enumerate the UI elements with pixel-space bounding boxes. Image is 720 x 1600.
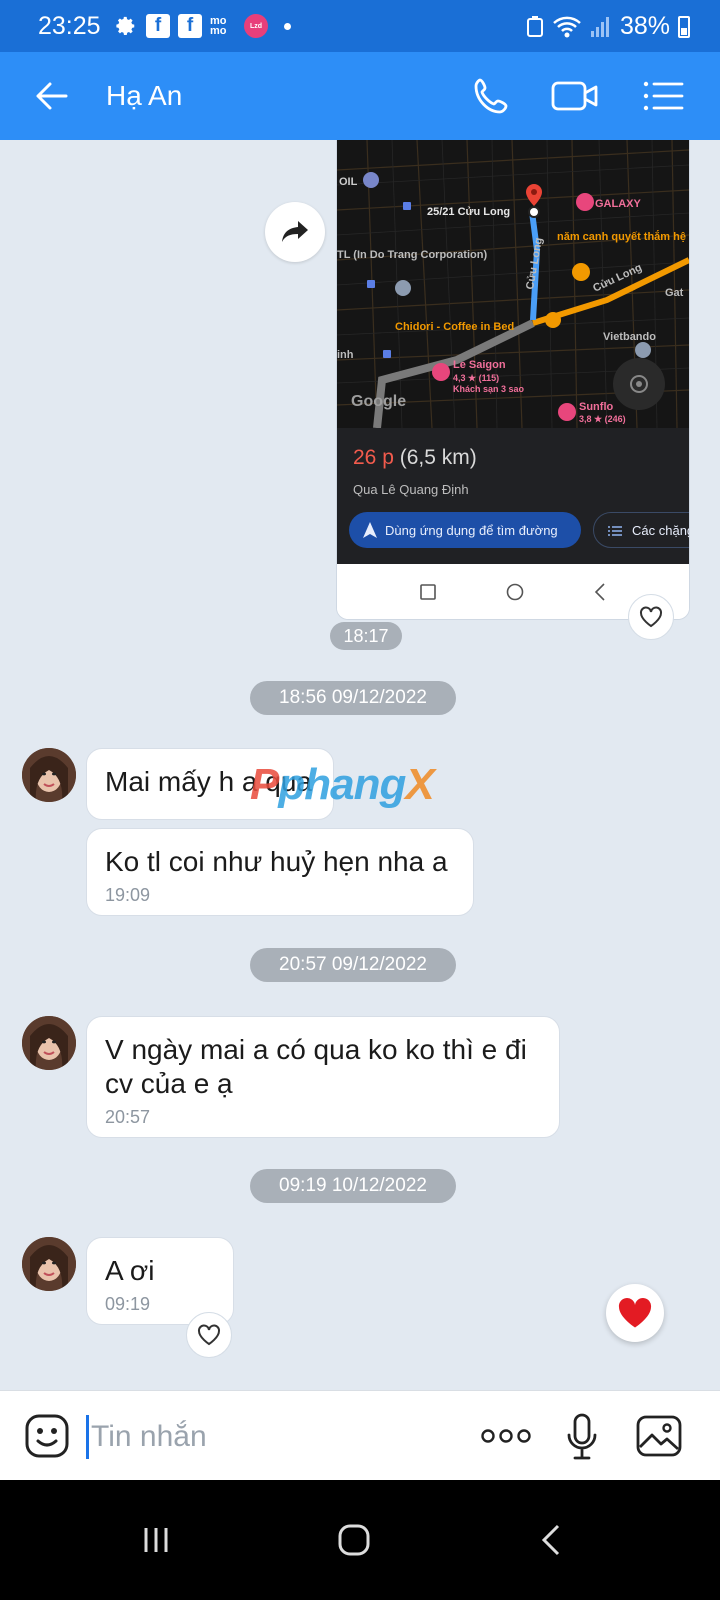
map-label-oil: OIL [339, 176, 358, 188]
system-navigation-bar [0, 1480, 720, 1600]
image-gallery-icon[interactable] [636, 1415, 682, 1457]
gear-icon [114, 14, 138, 38]
heart-outline-icon [198, 1324, 220, 1346]
chat-area[interactable]: OIL 25/21 Cửu Long GALAXY năm canh quyết… [0, 140, 720, 1390]
map-screenshot-message[interactable]: OIL 25/21 Cửu Long GALAXY năm canh quyết… [336, 140, 690, 620]
heart-outline-icon [640, 606, 662, 628]
forward-arrow-icon [282, 221, 308, 242]
date-divider: 09:19 10/12/2022 [250, 1169, 456, 1203]
map-label-cafe: Chidori - Coffee in Bed [395, 321, 514, 333]
quick-heart-button[interactable] [606, 1284, 664, 1342]
back-arrow-icon[interactable] [32, 76, 72, 116]
contact-avatar[interactable] [22, 1016, 76, 1070]
message-bubble[interactable]: Ko tl coi như huỷ hẹn nha a 19:09 [86, 828, 474, 916]
steps-button-label: Các chặng [632, 522, 690, 538]
map-message-time: 18:17 [330, 622, 402, 650]
more-options-icon[interactable] [480, 1421, 532, 1451]
message-text: Ko tl coi như huỷ hẹn nha a [105, 846, 448, 877]
route-panel: 26 p (6,5 km) Qua Lê Quang Định Dùng ứng… [337, 428, 689, 564]
map-label-hotel-desc: Khách sạn 3 sao [453, 384, 525, 394]
menu-list-icon[interactable] [640, 74, 684, 118]
home-circle-icon [506, 583, 524, 601]
route-distance: (6,5 km) [399, 446, 477, 469]
map-label-vietbando: Vietbando [603, 331, 656, 343]
map-label-corp: TL (In Do Trang Corporation) [337, 249, 487, 261]
map-label-side: inh [337, 349, 354, 361]
message-time: 20:57 [105, 1107, 151, 1127]
status-bar: 23:25 f f mo mo Lzd 38% [0, 0, 720, 52]
map-label-hotel-name: Le Saigon [453, 359, 506, 371]
directions-button-label: Dùng ứng dụng để tìm đường [385, 522, 558, 538]
phone-call-icon[interactable] [470, 74, 514, 118]
map-label-sunflower: Sunflo [579, 401, 613, 413]
route-duration: 26 p [353, 446, 394, 469]
map-label-food: năm canh quyết thắm hệ thống bò tơ tây n… [557, 230, 689, 243]
avatar-photo [22, 1237, 76, 1291]
message-time: 09:19 [105, 1294, 151, 1314]
microphone-icon[interactable] [566, 1413, 598, 1461]
message-input[interactable] [86, 1415, 446, 1459]
heart-filled-icon [618, 1298, 652, 1328]
back-icon[interactable] [532, 1520, 572, 1560]
message-text: A ơi [105, 1255, 155, 1286]
steps-button[interactable]: Các chặng [593, 512, 690, 548]
contact-avatar[interactable] [22, 1237, 76, 1291]
map-label-google: Google [351, 393, 406, 410]
status-time: 23:25 [38, 12, 101, 40]
avatar-photo [22, 1016, 76, 1070]
navigation-arrow-icon [363, 522, 377, 538]
message-text: V ngày mai a có qua ko ko thì e đi cv củ… [105, 1034, 527, 1099]
avatar-photo [22, 748, 76, 802]
forward-button[interactable] [265, 202, 325, 262]
map-label-sunflower-rating: 3,8 ★ (246) [579, 414, 626, 424]
signal-icon [590, 16, 609, 37]
momo-icon: mo mo [210, 15, 227, 37]
message-bubble[interactable]: V ngày mai a có qua ko ko thì e đi cv củ… [86, 1016, 560, 1138]
status-right: 38% [526, 12, 690, 41]
map-drawing: OIL 25/21 Cửu Long GALAXY năm canh quyết… [337, 140, 689, 428]
list-icon [608, 526, 622, 536]
map-label-gat: Gat [665, 287, 684, 299]
map-image: OIL 25/21 Cửu Long GALAXY năm canh quyết… [337, 140, 689, 428]
recents-square-icon [420, 584, 436, 600]
more-notifications-dot [284, 22, 291, 30]
home-icon[interactable] [334, 1520, 374, 1560]
route-via: Qua Lê Quang Định [353, 482, 469, 497]
chat-header: Hạ An [0, 52, 720, 140]
map-label-address: 25/21 Cửu Long [427, 206, 510, 218]
lazada-icon: Lzd [244, 14, 268, 38]
recent-apps-icon[interactable] [136, 1520, 176, 1560]
facebook-icon: f [178, 14, 202, 38]
back-chevron-icon [594, 583, 605, 601]
map-label-hotel-rating: 4,3 ★ (115) [453, 373, 499, 383]
route-summary: 26 p (6,5 km) [353, 446, 477, 470]
battery-saver-icon [526, 15, 543, 37]
date-divider: 20:57 09/12/2022 [250, 948, 456, 982]
contact-avatar[interactable] [22, 748, 76, 802]
date-divider: 18:56 09/12/2022 [250, 681, 456, 715]
battery-icon [678, 15, 690, 38]
watermark: PphangX [250, 760, 435, 809]
directions-button[interactable]: Dùng ứng dụng để tìm đường [349, 512, 581, 548]
message-time: 19:09 [105, 885, 151, 905]
facebook-icon: f [146, 14, 170, 38]
video-call-icon[interactable] [550, 74, 600, 118]
react-heart-button[interactable] [186, 1312, 232, 1358]
contact-name[interactable]: Hạ An [106, 80, 182, 112]
message-input-bar [0, 1390, 720, 1480]
map-label-galaxy: GALAXY [595, 198, 642, 210]
react-heart-button[interactable] [628, 594, 674, 640]
notification-icons: f f mo mo Lzd [114, 14, 291, 38]
wifi-icon [553, 16, 581, 37]
emoji-sticker-icon[interactable] [24, 1413, 70, 1459]
battery-percent: 38% [619, 12, 670, 40]
